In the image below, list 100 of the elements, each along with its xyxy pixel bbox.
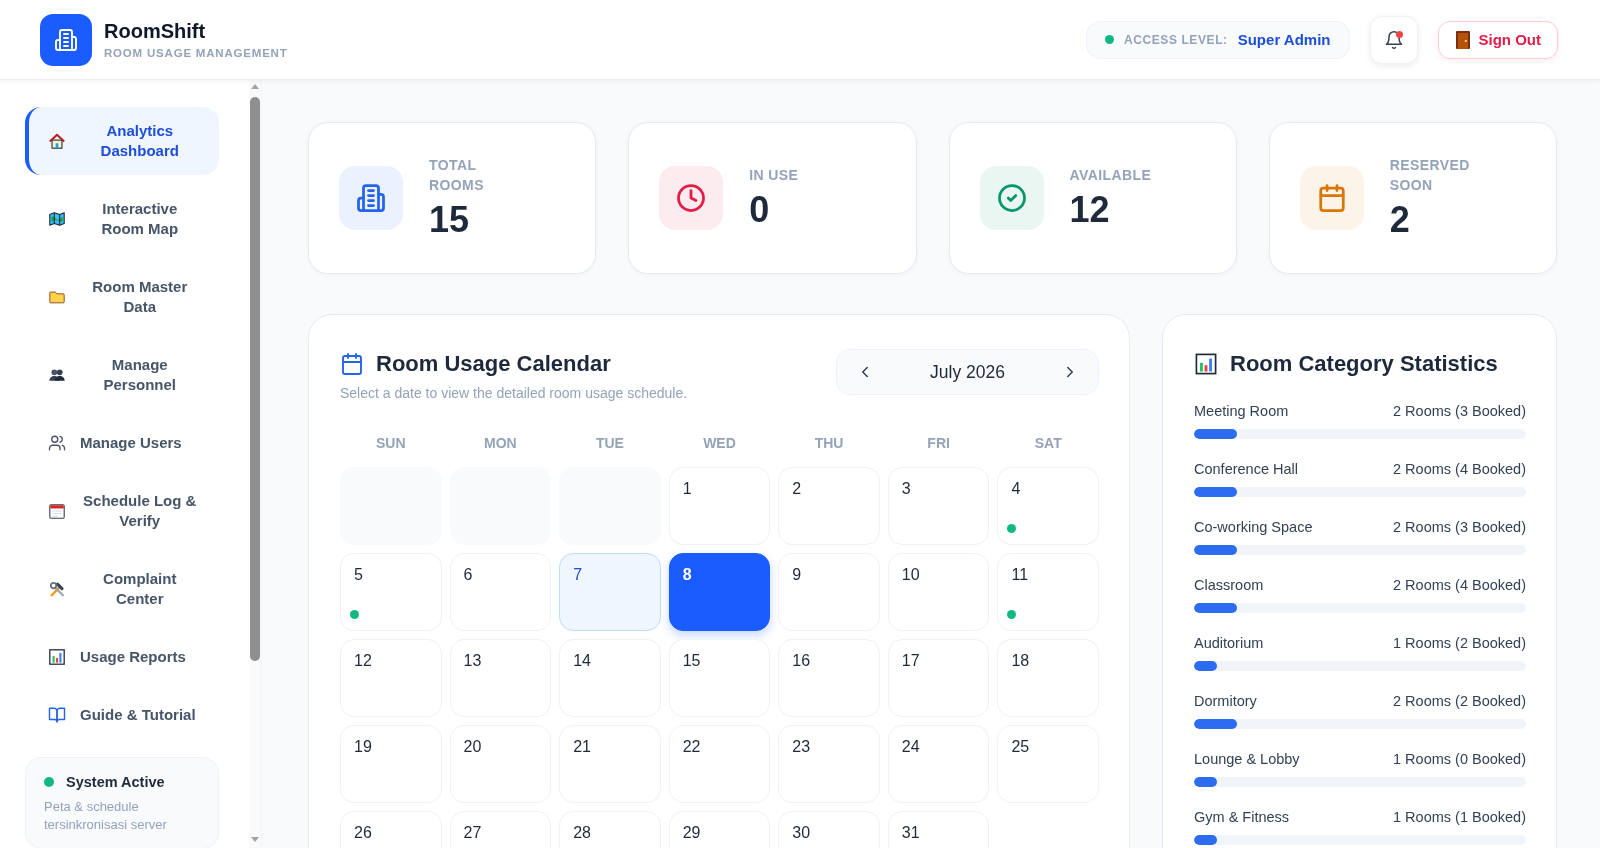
category-name: Meeting Room [1194, 402, 1289, 421]
stat-label: AVAILABLE [1069, 166, 1152, 185]
nav-item[interactable]: Guide & Tutorial [25, 691, 220, 739]
calendar-day[interactable]: 7 [559, 553, 661, 631]
weekday-label: THU [813, 434, 845, 453]
calendar-icon [1299, 166, 1364, 230]
calendar-day[interactable]: 26 [340, 811, 442, 848]
scroll-down-arrow-icon[interactable] [251, 837, 260, 842]
people-icon [48, 366, 66, 384]
calendar-day[interactable]: 2 [778, 467, 880, 545]
calendar-day[interactable]: 17 [887, 639, 990, 717]
building-icon [339, 166, 403, 230]
category-name: Gym & Fitness [1194, 808, 1290, 827]
nav-item[interactable]: Interactive Room Map [25, 185, 220, 253]
sign-out-button[interactable]: Sign Out [1437, 20, 1558, 59]
calendar-subtitle: Select a date to view the detailed room usage schedule. [340, 384, 688, 403]
calendar-day[interactable]: 11 [997, 553, 1099, 631]
category-summary: 2 Rooms (2 Booked) [1393, 692, 1526, 711]
folder-icon [48, 288, 66, 306]
scroll-up-arrow-icon[interactable] [251, 84, 260, 89]
calendar-day[interactable]: 28 [559, 811, 661, 848]
stat-label: IN USE [749, 166, 799, 185]
calendar-day[interactable]: 5 [340, 553, 442, 631]
nav-item[interactable]: Room Master Data [25, 263, 220, 331]
notifications-button[interactable] [1369, 15, 1418, 64]
access-level-value: Super Admin [1237, 31, 1331, 48]
building-icon [40, 13, 92, 66]
calendar-day[interactable]: 1 [668, 467, 771, 545]
book-icon [48, 706, 66, 724]
calendar-day[interactable]: 31 [887, 811, 990, 848]
weekday-label: MON [483, 434, 518, 453]
category-summary: 2 Rooms (4 Booked) [1393, 460, 1526, 479]
scrollbar[interactable] [249, 80, 261, 848]
calendar-day[interactable]: 6 [449, 553, 552, 631]
nav-item[interactable]: Manage Users [25, 419, 220, 467]
users-icon [48, 434, 66, 452]
calendar-day[interactable]: 8 [668, 553, 771, 631]
category-summary: 2 Rooms (4 Booked) [1393, 576, 1526, 595]
stat-label: RESERVED SOON [1389, 156, 1471, 195]
house-icon [48, 132, 66, 150]
access-level-label: ACCESS LEVEL: [1123, 32, 1228, 47]
app-name: RoomShift [104, 19, 207, 43]
category-summary: 1 Rooms (2 Booked) [1393, 634, 1526, 653]
month-label: July 2026 [930, 361, 1005, 383]
calendar-day[interactable]: 10 [887, 553, 990, 631]
category-name: Conference Hall [1194, 460, 1298, 479]
nav-item[interactable]: Usage Reports [25, 633, 220, 681]
calendar-day[interactable]: 22 [668, 725, 771, 803]
calendar-day[interactable]: 29 [668, 811, 771, 848]
calendar-icon [340, 352, 364, 376]
calendar-day[interactable]: 14 [559, 639, 661, 717]
bell-icon [1383, 29, 1404, 50]
stat-value: 2 [1389, 199, 1411, 241]
calendar-icon [48, 502, 66, 520]
scrollbar-thumb[interactable] [250, 97, 261, 661]
calendar-day[interactable]: 20 [449, 725, 552, 803]
nav-item[interactable]: Schedule Log & Verify [25, 477, 220, 545]
category-summary: 1 Rooms (0 Booked) [1393, 750, 1526, 769]
calendar-day[interactable]: 3 [887, 467, 990, 545]
status-dot-icon [44, 777, 54, 787]
calendar-day[interactable]: 12 [340, 639, 442, 717]
category-name: Co-working Space [1194, 518, 1313, 537]
stat-label: TOTAL ROOMS [429, 156, 485, 195]
calendar-day[interactable]: 13 [449, 639, 552, 717]
category-name: Auditorium [1194, 634, 1264, 653]
category-summary: 2 Rooms (3 Booked) [1393, 402, 1526, 421]
calendar-day[interactable]: 19 [340, 725, 442, 803]
nav-item[interactable]: Analytics Dashboard [25, 107, 220, 175]
stat-value: 0 [749, 189, 771, 231]
bar-chart-icon [48, 648, 66, 666]
app-tagline: ROOM USAGE MANAGEMENT [104, 46, 288, 60]
category-summary: 1 Rooms (1 Booked) [1393, 808, 1526, 827]
tools-icon [48, 580, 66, 598]
clock-icon [659, 166, 724, 230]
calendar-day[interactable]: 18 [997, 639, 1099, 717]
nav-item[interactable]: Complaint Center [25, 555, 220, 623]
category-name: Dormitory [1194, 692, 1257, 711]
weekday-label: SUN [375, 434, 407, 453]
calendar-day[interactable]: 4 [997, 467, 1099, 545]
calendar-day[interactable]: 27 [449, 811, 552, 848]
calendar-day[interactable]: 15 [668, 639, 771, 717]
weekday-label: WED [702, 434, 737, 453]
calendar-day[interactable]: 9 [778, 553, 880, 631]
calendar-day[interactable]: 25 [997, 725, 1099, 803]
category-summary: 2 Rooms (3 Booked) [1393, 518, 1526, 537]
status-text: Peta & schedule tersinkronisasi server [44, 798, 168, 834]
category-stats-title: Room Category Statistics [1230, 350, 1498, 378]
calendar-day[interactable]: 24 [887, 725, 990, 803]
status-dot-icon [1104, 35, 1114, 44]
calendar-day[interactable]: 21 [559, 725, 661, 803]
nav-item[interactable]: Manage Personnel [25, 341, 220, 409]
stat-value: 15 [429, 199, 471, 241]
calendar-day[interactable]: 30 [778, 811, 880, 848]
calendar-day[interactable]: 16 [778, 639, 880, 717]
stat-value: 12 [1069, 189, 1111, 231]
map-icon [48, 210, 66, 228]
calendar-title: Room Usage Calendar [376, 350, 611, 378]
bar-chart-icon [1194, 352, 1218, 376]
calendar-day[interactable]: 23 [778, 725, 880, 803]
weekday-label: TUE [594, 434, 625, 453]
